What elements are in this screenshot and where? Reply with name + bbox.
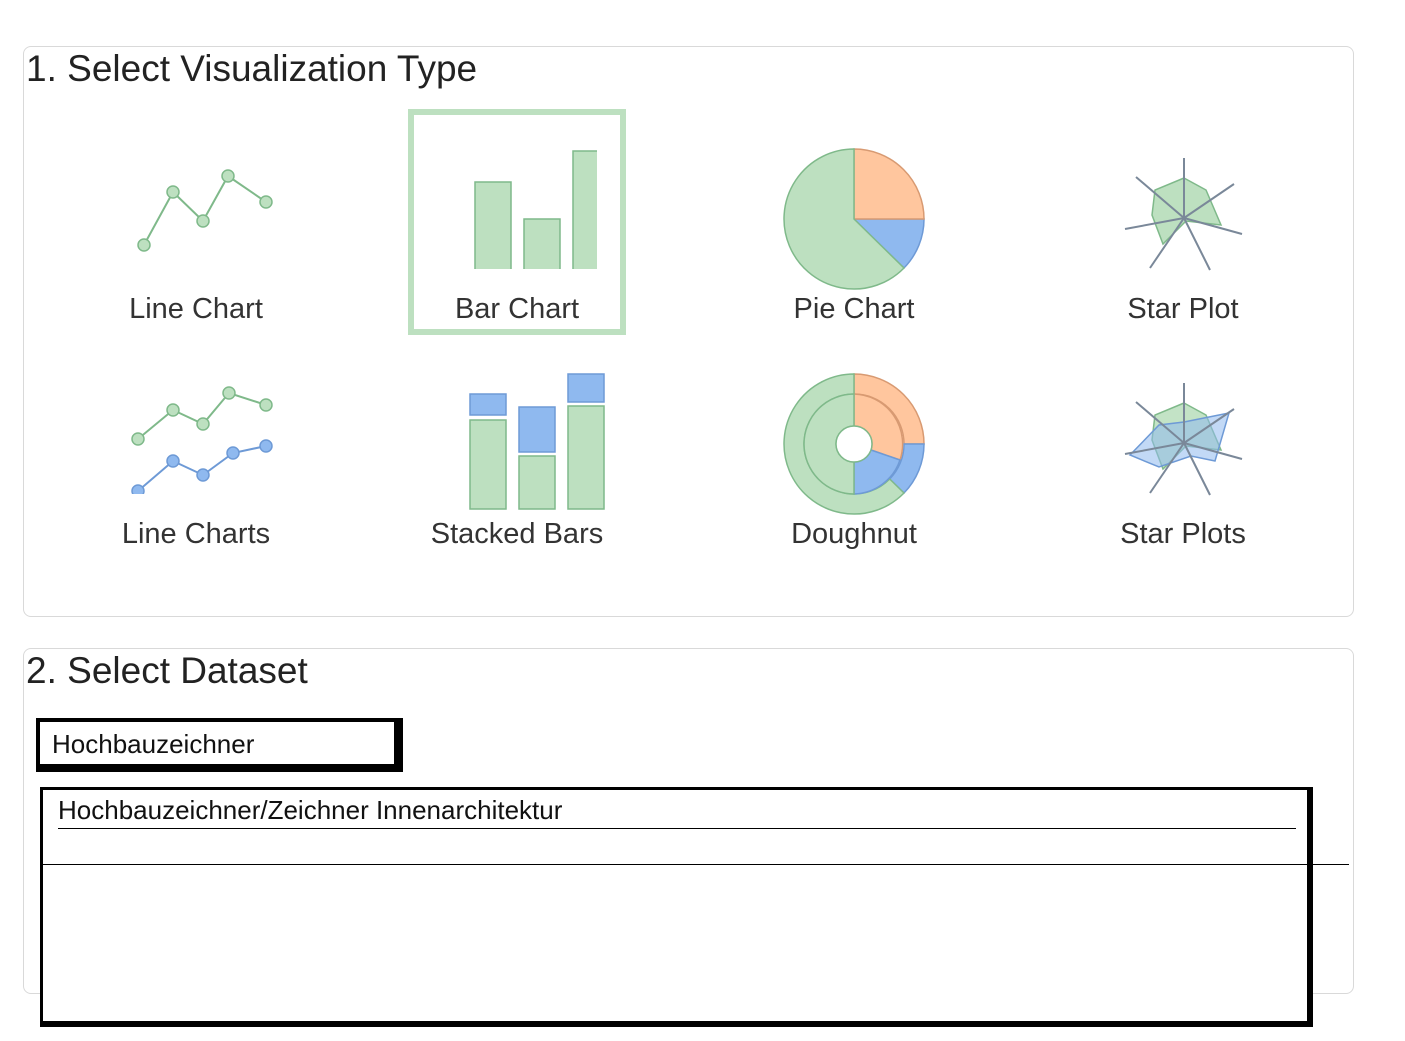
vis-option-label: Star Plots	[1120, 518, 1246, 550]
vis-option-label: Bar Chart	[454, 293, 580, 325]
dataset-search-input[interactable]: Hochbauzeichner	[36, 718, 403, 772]
vis-option-label: Line Charts	[121, 518, 271, 550]
vis-option-pie-chart[interactable]: Pie Chart	[745, 109, 963, 335]
vis-option-label: Pie Chart	[793, 293, 915, 325]
vis-option-label: Stacked Bars	[430, 518, 604, 550]
bar-chart-icon	[474, 150, 597, 269]
vis-option-bar-chart[interactable]: Bar Chart	[408, 109, 626, 335]
vis-option-line-chart[interactable]: Line Chart	[87, 109, 305, 335]
vis-option-stacked-bars[interactable]: Stacked Bars	[408, 334, 626, 560]
dataset-panel-title: 2. Select Dataset	[26, 650, 308, 691]
multi-line-chart-icon	[131, 386, 273, 494]
multi-star-plot-icon	[1124, 383, 1243, 496]
dataset-results-list[interactable]: Hochbauzeichner/Zeichner Innenarchitektu…	[40, 787, 1349, 1027]
vis-option-label: Line Chart	[129, 293, 263, 325]
doughnut-chart-icon	[783, 373, 925, 515]
vis-option-line-charts[interactable]: Line Charts	[87, 334, 305, 560]
stacked-bar-chart-icon	[469, 373, 605, 510]
vis-option-label: Star Plot	[1127, 293, 1239, 325]
vis-option-doughnut[interactable]: Doughnut	[745, 334, 963, 560]
vis-option-label: Doughnut	[791, 518, 917, 550]
vis-option-star-plot[interactable]: Star Plot	[1074, 109, 1292, 335]
visualization-panel-title: 1. Select Visualization Type	[26, 48, 478, 89]
star-plot-icon	[1124, 158, 1243, 271]
pie-chart-icon	[783, 148, 925, 290]
line-chart-icon	[137, 169, 273, 252]
list-item[interactable]: Hochbauzeichner/Zeichner Innenarchitektu…	[58, 794, 1296, 829]
vis-option-star-plots[interactable]: Star Plots	[1074, 334, 1292, 560]
list-divider	[43, 864, 1349, 865]
